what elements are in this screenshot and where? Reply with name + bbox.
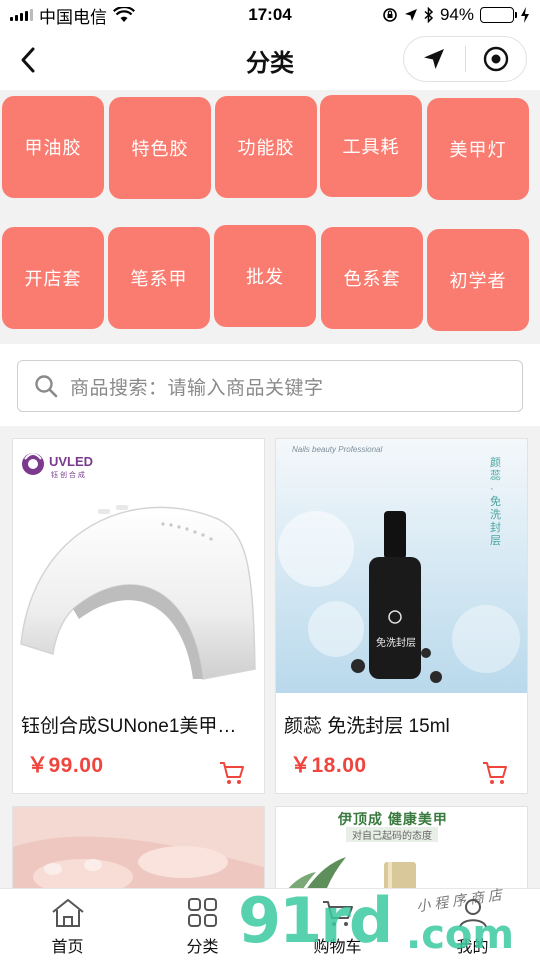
nav-bar: 分类: [0, 30, 540, 90]
search-input[interactable]: 商品搜索：请输入商品关键字: [17, 360, 523, 412]
tab-label: 我的: [456, 939, 489, 956]
product-name: 钰创合成SUNone1美甲…: [21, 716, 237, 737]
navigate-button[interactable]: [404, 37, 465, 81]
back-button[interactable]: [10, 42, 46, 78]
category-grid: 甲油胶 特色胶 功能胶 工具耗 美甲灯 开店套 笔系甲 批发 色系套 初学者: [0, 90, 540, 344]
grid-icon: [187, 898, 217, 927]
navigation-arrow-icon: [424, 49, 445, 69]
brand-logo-sub: 钰 创 合 成: [51, 472, 85, 479]
banner-top-text: Nails beauty Professional: [292, 445, 383, 454]
tab-profile[interactable]: 我的: [405, 889, 540, 960]
brand-logo-text: UVLED: [49, 454, 94, 469]
product-image: [13, 807, 264, 888]
tab-label: 首页: [51, 939, 84, 956]
tab-label: 分类: [186, 939, 219, 956]
search-placeholder: 商品搜索：请输入商品关键字: [70, 377, 324, 399]
chevron-left-icon: [21, 47, 35, 73]
cart-icon: [220, 762, 244, 784]
product-image: 伊顶成 健康美甲 对自己起码的态度: [276, 807, 527, 888]
category-button[interactable]: 工具耗: [320, 95, 422, 197]
category-button[interactable]: 甲油胶: [2, 96, 104, 198]
battery-icon: [480, 7, 517, 23]
bottle-label: 免洗封层: [376, 638, 416, 649]
bluetooth-icon: [424, 7, 434, 23]
tab-cart[interactable]: 购物车: [270, 889, 405, 960]
product-price: ￥18.00: [290, 754, 367, 777]
category-button[interactable]: 特色胶: [109, 97, 211, 199]
capsule-menu: [403, 36, 527, 82]
category-button[interactable]: 色系套: [321, 227, 423, 329]
category-button[interactable]: 开店套: [2, 227, 104, 329]
person-icon: [458, 899, 487, 928]
category-button[interactable]: 初学者: [427, 229, 529, 331]
signal-icon: [10, 9, 33, 21]
banner-subtitle: 对自己起码的态度: [346, 827, 438, 842]
product-grid: UVLED 钰 创 合 成 钰创合成SUNone1美甲… ￥99.00 Nail…: [0, 426, 540, 888]
carrier-label: 中国电信: [39, 7, 107, 27]
banner-side-text: 颜蕊·免洗封层: [490, 457, 501, 547]
category-button[interactable]: 笔系甲: [108, 227, 210, 329]
battery-percent: 94%: [439, 5, 474, 24]
tab-bar: 首页 分类 购物车 我的: [0, 888, 540, 960]
orientation-lock-icon: [383, 8, 397, 22]
category-button[interactable]: 批发: [214, 225, 316, 327]
tab-label: 购物车: [313, 939, 362, 956]
add-to-cart-button[interactable]: [218, 759, 246, 792]
target-icon: [483, 46, 508, 72]
status-bar: 中国电信 17:04 94%: [0, 0, 540, 30]
category-button[interactable]: 功能胶: [215, 96, 317, 198]
home-icon: [51, 899, 84, 927]
status-right: 94%: [382, 5, 530, 25]
cart-icon: [322, 901, 353, 926]
location-icon: [404, 9, 417, 21]
close-miniprogram-button[interactable]: [466, 37, 527, 81]
category-button[interactable]: 美甲灯: [427, 98, 529, 200]
product-image: Nails beauty Professional 颜蕊·免洗封层 免洗封层: [276, 439, 527, 693]
tab-category[interactable]: 分类: [135, 889, 270, 960]
product-card[interactable]: UVLED 钰 创 合 成 钰创合成SUNone1美甲… ￥99.00: [12, 438, 265, 794]
add-to-cart-button[interactable]: [481, 759, 509, 792]
charging-icon: [521, 7, 529, 23]
banner-title: 伊顶成 健康美甲: [338, 811, 448, 827]
page-title: 分类: [246, 49, 294, 77]
search-icon: [35, 375, 58, 398]
manicure-hands-illustration: [13, 807, 264, 888]
tab-home[interactable]: 首页: [0, 889, 135, 960]
product-card[interactable]: [12, 806, 265, 888]
product-name: 颜蕊 免洗封层 15ml: [284, 716, 450, 737]
product-card[interactable]: 伊顶成 健康美甲 对自己起码的态度: [275, 806, 528, 888]
product-price: ￥99.00: [27, 754, 104, 777]
product-card[interactable]: Nails beauty Professional 颜蕊·免洗封层 免洗封层 颜…: [275, 438, 528, 794]
cart-icon: [483, 762, 507, 784]
wifi-icon: [113, 7, 135, 22]
status-time: 17:04: [248, 5, 292, 24]
product-image: UVLED 钰 创 合 成: [13, 439, 264, 693]
status-left: 中国电信: [10, 3, 135, 28]
search-section: 商品搜索：请输入商品关键字: [0, 344, 540, 426]
